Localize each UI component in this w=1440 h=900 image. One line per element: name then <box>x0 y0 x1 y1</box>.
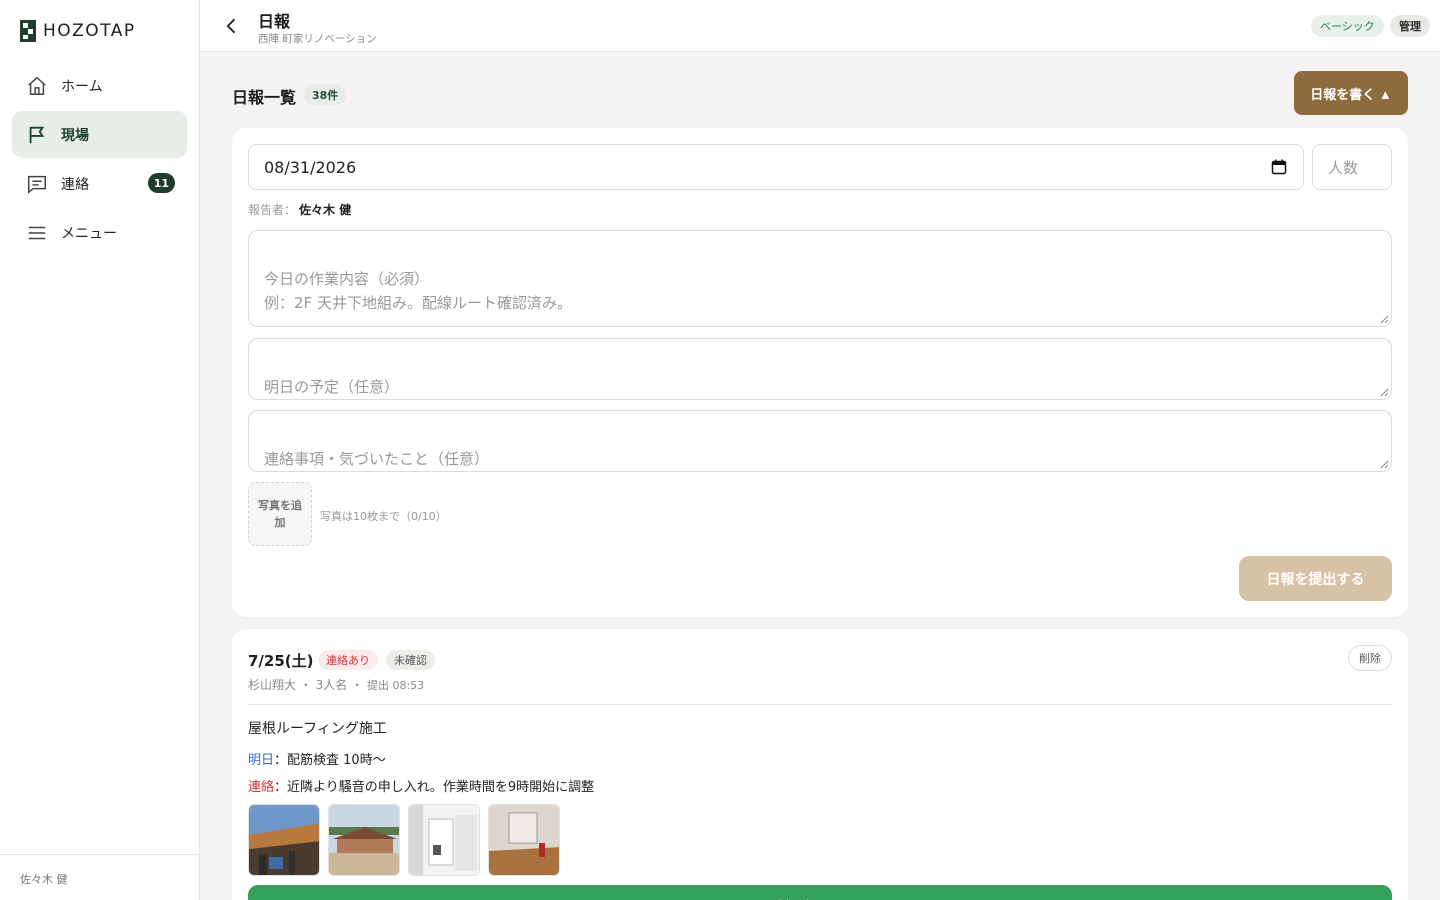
sidebar-item-site[interactable]: 現場 <box>12 111 187 158</box>
back-button[interactable] <box>220 14 244 38</box>
meta-separator: ・ <box>351 678 367 692</box>
photo-thumbnail[interactable] <box>488 804 560 876</box>
report-item: 7/25(土) 連絡あり 未確認 削除 杉山翔大 ・ 3人名 ・ 提出 08:5… <box>232 629 1408 900</box>
contact-label: 連絡 <box>248 780 275 795</box>
reporter-line: 報告者： 佐々木 健 <box>248 201 351 218</box>
sidebar-item-messages[interactable]: 連絡 11 <box>12 160 187 207</box>
tomorrow-plan-textarea[interactable]: 明日の予定（任意） <box>248 338 1392 400</box>
work-content-textarea[interactable]: 今日の作業内容（必須） 例：2F 天井下地組み。配線ルート確認済み。 <box>248 230 1392 327</box>
logo-text: HOZOTAP <box>43 21 136 41</box>
confirm-button[interactable]: 確認済みにする <box>248 885 1392 900</box>
reporter-name: 佐々木 健 <box>299 203 352 217</box>
sidebar-item-label: 連絡 <box>61 176 89 193</box>
add-photo-button[interactable]: 写真を追加 <box>248 482 312 546</box>
logo[interactable]: HOZOTAP <box>20 20 136 42</box>
report-contact: 連絡：近隣より騒音の申し入れ。作業時間を9時開始に調整 <box>248 776 594 795</box>
flag-icon <box>25 123 49 147</box>
date-input[interactable]: 08/31/2026 <box>248 144 1304 190</box>
logo-icon <box>20 20 36 42</box>
report-meta: 杉山翔大 ・ 3人名 ・ 提出 08:53 <box>248 676 424 693</box>
date-value: 08/31/2026 <box>264 157 357 177</box>
report-next-plan: 明日：配筋検査 10時〜 <box>248 749 386 768</box>
photo-thumbnail[interactable] <box>408 804 480 876</box>
sidebar-item-label: メニュー <box>61 225 117 242</box>
sidebar-item-label: ホーム <box>61 78 103 95</box>
photo-limit-note: 写真は10枚まで（0/10） <box>320 510 447 523</box>
photo-thumbnail[interactable] <box>328 804 400 876</box>
contact-value: ：近隣より騒音の申し入れ。作業時間を9時開始に調整 <box>274 780 595 795</box>
page-header: 日報 西陣 町家リノベーション ベーシック 管理 <box>200 0 1440 52</box>
interior-photo-image <box>409 805 479 875</box>
list-title: 日報一覧 <box>232 88 297 107</box>
calendar-icon[interactable] <box>1271 159 1287 175</box>
write-report-button[interactable]: 日報を書く ▲ <box>1294 71 1408 115</box>
photo-thumbnails <box>248 804 560 876</box>
project-name: 西陣 町家リノベーション <box>258 33 377 45</box>
notes-textarea[interactable]: 連絡事項・気づいたこと（任意） 例：3F 廊下の資材が通路をふさぎ気味 <box>248 410 1392 472</box>
report-work: 屋根ルーフィング施工 <box>248 721 387 737</box>
plan-badge: ベーシック <box>1311 15 1384 37</box>
resize-handle-icon[interactable] <box>1380 315 1389 324</box>
sidebar-item-menu[interactable]: メニュー <box>12 209 187 256</box>
menu-icon <box>25 221 49 245</box>
site-photo-image <box>329 805 399 875</box>
report-people: 3人名 <box>315 678 348 692</box>
unread-badge: 11 <box>147 173 175 193</box>
photo-thumbnail[interactable] <box>248 804 320 876</box>
sidebar-item-home[interactable]: ホーム <box>12 62 187 109</box>
report-author: 杉山翔大 <box>248 678 297 692</box>
submit-report-button[interactable]: 日報を提出する <box>1239 556 1392 601</box>
sidebar-nav: ホーム 現場 連絡 11 メニュー <box>12 62 187 258</box>
chevron-left-icon <box>226 18 236 34</box>
next-value: ：配筋検査 10時〜 <box>274 753 386 768</box>
report-form: 08/31/2026 人数 報告者： 佐々木 健 今日の作業内容（必須） 例：2F… <box>232 128 1408 617</box>
admin-badge[interactable]: 管理 <box>1390 15 1430 37</box>
roof-photo-image <box>249 805 319 875</box>
chat-icon <box>25 172 49 196</box>
report-date: 7/25(土) <box>248 652 314 670</box>
work-content-placeholder: 今日の作業内容（必須） 例：2F 天井下地組み。配線ルート確認済み。 <box>264 270 572 312</box>
resize-handle-icon[interactable] <box>1380 388 1389 397</box>
notes-placeholder: 連絡事項・気づいたこと（任意） 例：3F 廊下の資材が通路をふさぎ気味 <box>264 450 490 468</box>
delete-button[interactable]: 削除 <box>1348 645 1392 671</box>
resize-handle-icon[interactable] <box>1380 460 1389 469</box>
tomorrow-plan-placeholder: 明日の予定（任意） <box>264 378 400 396</box>
sidebar-item-label: 現場 <box>61 127 89 144</box>
people-count-input[interactable]: 人数 <box>1312 144 1392 190</box>
sidebar: HOZOTAP ホーム 現場 連絡 11 メニュー 佐々木 健 <box>0 0 200 900</box>
report-count-badge: 38件 <box>304 84 347 105</box>
unconfirmed-tag: 未確認 <box>386 650 435 670</box>
divider <box>248 704 1392 705</box>
main-content: 日報一覧 38件 日報を書く ▲ 08/31/2026 人数 報告者： 佐々木 健… <box>200 52 1440 900</box>
current-user: 佐々木 健 <box>0 854 199 900</box>
report-submitted-time: 提出 08:53 <box>366 679 425 692</box>
reporter-label: 報告者： <box>248 203 297 217</box>
floor-photo-image <box>489 805 559 875</box>
meta-separator: ・ <box>299 678 316 692</box>
contact-tag: 連絡あり <box>318 650 378 670</box>
page-title: 日報 <box>258 12 291 31</box>
home-icon <box>25 74 49 98</box>
next-label: 明日 <box>248 753 275 768</box>
